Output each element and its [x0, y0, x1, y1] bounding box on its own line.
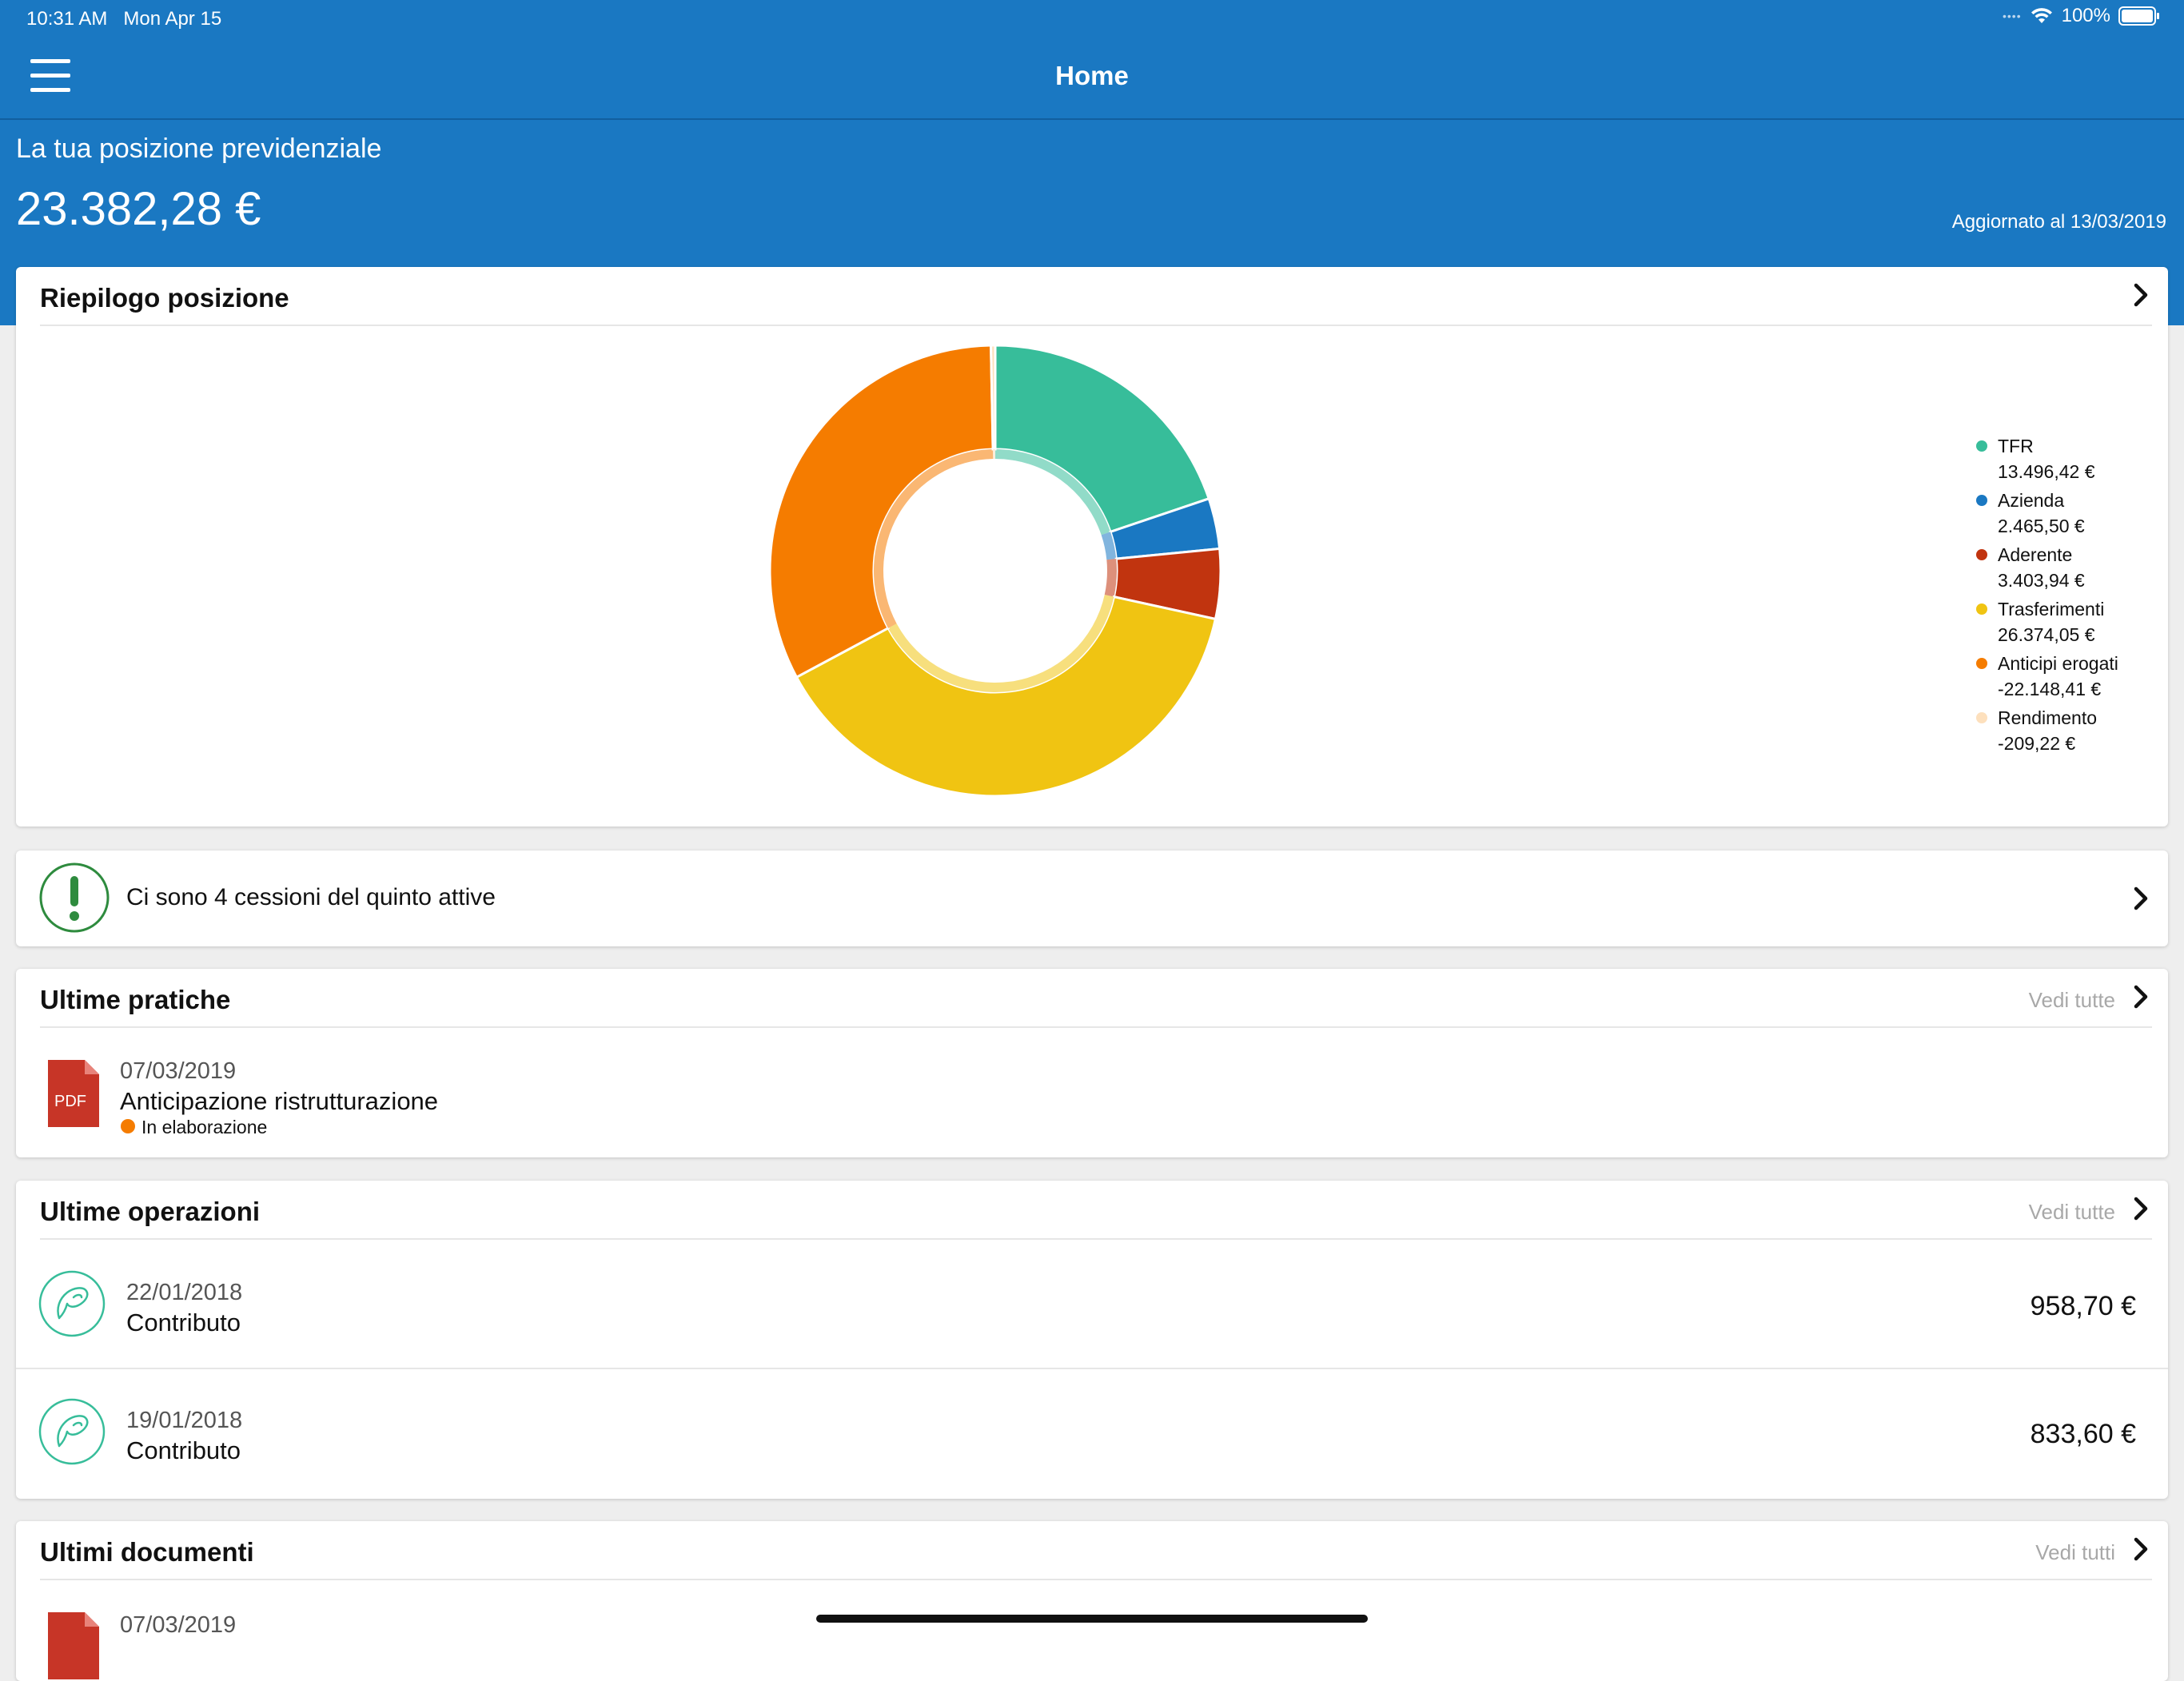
see-all-operations-link[interactable]: Vedi tutte [2029, 1200, 2115, 1225]
operation-amount: 833,60 € [2030, 1419, 2136, 1449]
donut-chart [768, 344, 1222, 798]
battery-icon [2118, 6, 2159, 26]
svg-text:PDF: PDF [54, 1093, 86, 1110]
position-label: La tua posizione previdenziale [16, 133, 382, 164]
operation-type: Contributo [126, 1309, 241, 1336]
legend-value: -209,22 € [1998, 733, 2076, 754]
legend-name: Aderente [1998, 544, 2073, 565]
operation-row[interactable]: 19/01/2018 Contributo 833,60 € [16, 1369, 2168, 1497]
legend-item: Anticipi erogati -22.148,41 € [1976, 651, 2118, 705]
summary-card[interactable]: Riepilogo posizione TFR 13.496,42 € Aziend… [16, 267, 2168, 827]
nav-title: Home [1055, 61, 1129, 90]
pdf-icon [48, 1612, 99, 1679]
legend-item: TFR 13.496,42 € [1976, 433, 2118, 488]
legend-dot [1976, 440, 1987, 452]
chevron-right-icon[interactable] [2130, 885, 2152, 912]
contribution-hand-icon [38, 1398, 106, 1465]
legend-name: Trasferimenti [1998, 599, 2105, 619]
practices-title: Ultime pratiche [40, 985, 231, 1014]
legend-item: Rendimento -209,22 € [1976, 705, 2118, 759]
alert-text: Ci sono 4 cessioni del quinto attive [126, 884, 496, 910]
donut-slice-rendimento [990, 344, 997, 451]
legend-item: Azienda 2.465,50 € [1976, 488, 2118, 542]
legend-dot [1976, 603, 1987, 615]
donut-slice-anticipi-erogati [768, 344, 994, 679]
documents-title: Ultimi documenti [40, 1537, 254, 1567]
operations-header[interactable]: Ultime operazioni Vedi tutte [40, 1181, 2152, 1240]
operation-type: Contributo [126, 1436, 241, 1464]
legend-value: 3.403,94 € [1998, 570, 2085, 591]
practice-date: 07/03/2019 [120, 1058, 237, 1084]
legend-dot [1976, 658, 1987, 669]
operations-card: Ultime operazioni Vedi tutte 22/01/2018 … [16, 1181, 2168, 1499]
home-indicator[interactable] [816, 1615, 1368, 1623]
donut-slice-tfr [994, 344, 1211, 534]
chevron-right-icon[interactable] [2130, 1195, 2152, 1222]
practices-card: Ultime pratiche Vedi tutte PDF 07/03/201… [16, 969, 2168, 1157]
contribution-hand-icon [38, 1270, 106, 1337]
legend-dot [1976, 495, 1987, 506]
chevron-right-icon[interactable] [2130, 1536, 2152, 1563]
nav-bar: Home [0, 38, 2184, 120]
document-date: 07/03/2019 [120, 1612, 237, 1638]
chevron-right-icon[interactable] [2130, 983, 2152, 1010]
legend-name: Anticipi erogati [1998, 653, 2118, 674]
summary-title: Riepilogo posizione [40, 283, 289, 313]
legend-dot [1976, 712, 1987, 723]
practices-header[interactable]: Ultime pratiche Vedi tutte [40, 969, 2152, 1028]
operation-row[interactable]: 22/01/2018 Contributo 958,70 € [16, 1240, 2168, 1369]
summary-header: Riepilogo posizione [40, 267, 2152, 326]
legend-item: Trasferimenti 26.374,05 € [1976, 596, 2118, 651]
legend-value: 13.496,42 € [1998, 461, 2095, 482]
wifi-icon [2031, 8, 2052, 23]
status-dot [121, 1119, 135, 1133]
documents-header[interactable]: Ultimi documenti Vedi tutti [40, 1521, 2152, 1580]
legend-name: TFR [1998, 436, 2034, 456]
donut-inner-band [1104, 559, 1117, 597]
donut-inner-band [993, 449, 995, 460]
legend-value: 2.465,50 € [1998, 516, 2085, 536]
operation-date: 22/01/2018 [126, 1280, 243, 1305]
see-all-documents-link[interactable]: Vedi tutti [2035, 1540, 2115, 1565]
chevron-right-icon[interactable] [2130, 281, 2152, 309]
pdf-icon: PDF [48, 1060, 99, 1127]
legend-value: -22.148,41 € [1998, 679, 2102, 699]
chart-legend: TFR 13.496,42 € Azienda 2.465,50 € Aderente 3… [1976, 433, 2118, 759]
legend-item: Aderente 3.403,94 € [1976, 542, 2118, 596]
operation-date: 19/01/2018 [126, 1408, 243, 1433]
alert-card[interactable]: Ci sono 4 cessioni del quinto attive [16, 850, 2168, 946]
position-updated: Aggiornato al 13/03/2019 [1951, 211, 2166, 233]
practice-item[interactable]: PDF 07/03/2019 Anticipazione ristruttura… [16, 1028, 2168, 1156]
legend-name: Rendimento [1998, 707, 2098, 728]
practice-title: Anticipazione ristrutturazione [120, 1087, 439, 1115]
status-bar: 10:31 AM Mon Apr 15 •••• 100% [0, 0, 2184, 38]
exclamation-icon [39, 862, 110, 933]
position-value: 23.382,28 € [16, 183, 261, 235]
legend-dot [1976, 549, 1987, 560]
operation-amount: 958,70 € [2030, 1291, 2136, 1321]
documents-card: Ultimi documenti Vedi tutti 07/03/2019 [16, 1521, 2168, 1681]
operations-title: Ultime operazioni [40, 1197, 261, 1226]
practice-status: In elaborazione [141, 1117, 268, 1137]
legend-value: 26.374,05 € [1998, 624, 2095, 645]
legend-name: Azienda [1998, 490, 2065, 511]
battery-percent: 100% [2061, 5, 2110, 26]
see-all-practices-link[interactable]: Vedi tutte [2029, 988, 2115, 1013]
status-time: 10:31 AM Mon Apr 15 [26, 8, 222, 30]
signal-dots-icon: •••• [2003, 10, 2022, 22]
